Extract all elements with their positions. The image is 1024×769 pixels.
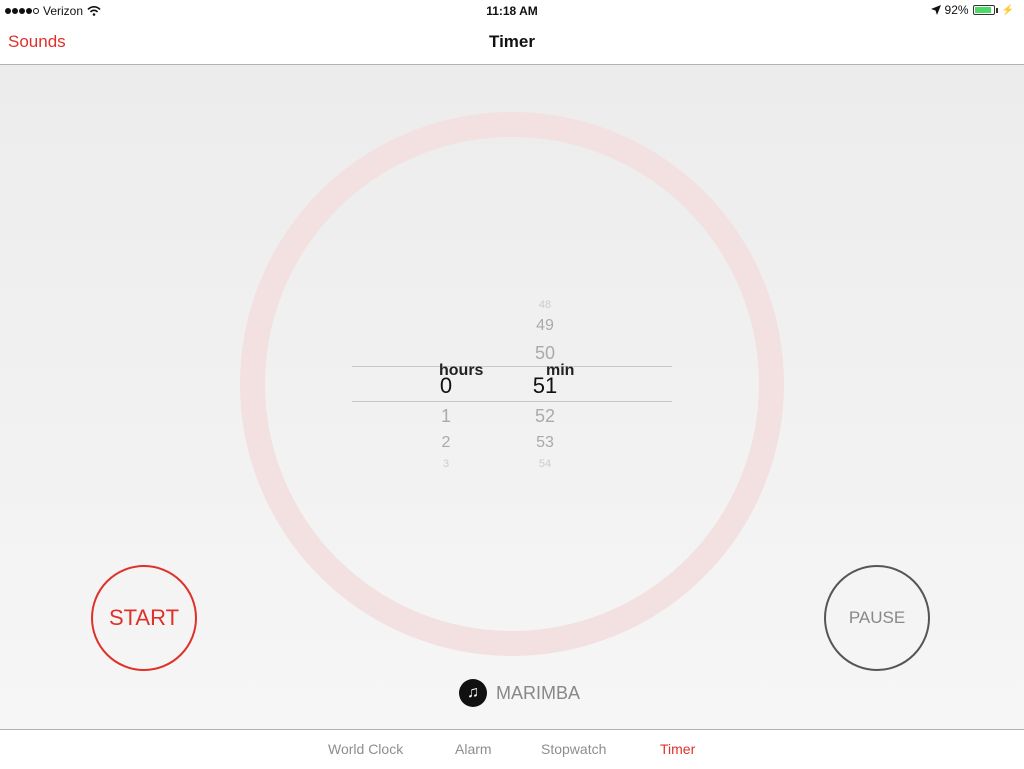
duration-picker[interactable]: 0 1 2 3 hours 48 49 50 51 52 53 54 min xyxy=(352,295,672,475)
tab-bar: World Clock Alarm Stopwatch Timer xyxy=(0,729,1024,769)
minutes-option[interactable]: 48 xyxy=(525,299,565,311)
sound-name: MARIMBA xyxy=(496,682,581,703)
start-button[interactable]: START xyxy=(91,565,197,671)
battery-fill xyxy=(974,7,992,13)
navigation-bar: Sounds Timer xyxy=(0,22,1024,65)
music-note-icon: ♫ xyxy=(459,679,487,707)
hours-option[interactable]: 1 xyxy=(426,406,466,427)
minutes-option[interactable]: 53 xyxy=(525,434,565,452)
location-arrow-icon xyxy=(930,5,941,15)
hours-option[interactable]: 3 xyxy=(426,458,466,470)
sound-selector[interactable]: ♫ MARIMBA xyxy=(459,679,580,707)
minutes-option[interactable]: 52 xyxy=(525,406,565,427)
minutes-wheel[interactable]: 48 49 50 51 52 53 54 xyxy=(505,295,557,475)
timer-main: 0 1 2 3 hours 48 49 50 51 52 53 54 min S… xyxy=(0,65,1024,729)
hours-option[interactable]: 2 xyxy=(426,434,466,452)
status-right: 92% ⚡ xyxy=(930,3,1014,17)
status-bar: Verizon 11:18 AM 92% ⚡ xyxy=(0,0,1024,22)
pause-button[interactable]: PAUSE xyxy=(824,565,930,671)
minutes-option[interactable]: 49 xyxy=(525,317,565,335)
battery-icon xyxy=(972,5,995,15)
tab-world-clock[interactable]: World Clock xyxy=(328,741,403,757)
minutes-option[interactable]: 50 xyxy=(525,343,565,364)
minutes-option[interactable]: 54 xyxy=(525,458,565,470)
minutes-unit-label: min xyxy=(546,362,575,379)
tab-alarm[interactable]: Alarm xyxy=(455,741,492,757)
hours-wheel[interactable]: 0 1 2 3 xyxy=(406,295,452,475)
tab-timer[interactable]: Timer xyxy=(660,741,695,757)
battery-percent: 92% xyxy=(944,3,969,17)
battery-nub xyxy=(995,7,998,13)
hours-unit-label: hours xyxy=(439,362,484,379)
status-time: 11:18 AM xyxy=(486,4,538,18)
tab-stopwatch[interactable]: Stopwatch xyxy=(541,741,606,757)
page-title: Timer xyxy=(489,32,535,51)
charging-bolt-icon: ⚡ xyxy=(1001,4,1014,16)
